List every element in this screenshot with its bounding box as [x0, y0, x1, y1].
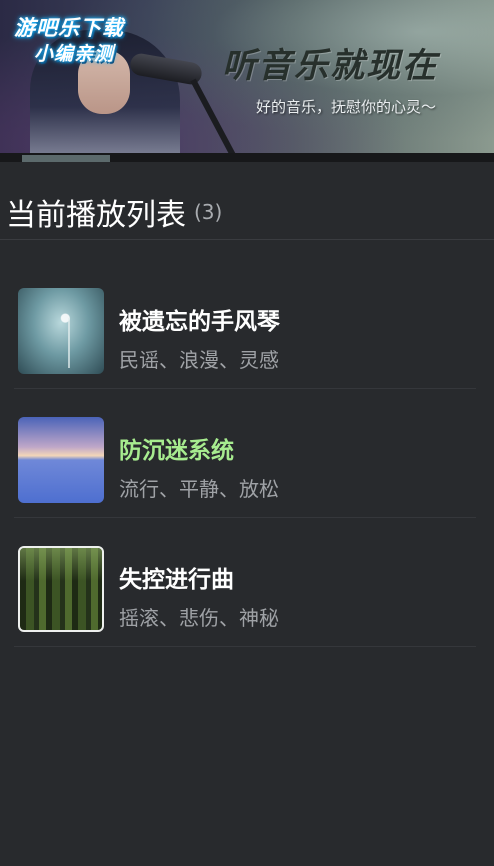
banner-title: 听音乐就现在 [222, 46, 438, 86]
song-tags: 民谣、浪漫、灵感 [119, 348, 279, 372]
song-title: 被遗忘的手风琴 [119, 309, 280, 335]
song-tags: 流行、平静、放松 [119, 477, 279, 501]
header-divider [0, 239, 494, 240]
song-tags: 摇滚、悲伤、神秘 [119, 606, 279, 630]
playlist-sheet: 当前播放列表 (3) 被遗忘的手风琴 民谣、浪漫、灵感 防沉迷系统 流行、平静、放… [0, 162, 494, 866]
song-title: 防沉迷系统 [119, 438, 234, 464]
mic-stand [190, 78, 243, 160]
watermark-logo-line1: 游吧乐下载 [14, 16, 124, 40]
promo-banner[interactable]: 游吧乐下载 小编亲测 听音乐就现在 好的音乐，抚慰你的心灵～ [0, 0, 494, 160]
forest-cover [18, 546, 104, 632]
sunset-lake-cover [18, 417, 104, 503]
playlist-count: (3) [194, 200, 223, 224]
playlist-title: 当前播放列表 [6, 198, 186, 233]
watermark-logo-line2: 小编亲测 [34, 43, 115, 65]
playlist-list: 被遗忘的手风琴 民谣、浪漫、灵感 防沉迷系统 流行、平静、放松 失控进行曲 摇滚… [14, 260, 476, 647]
playlist-item-active[interactable]: 防沉迷系统 流行、平静、放松 [14, 389, 476, 518]
song-title: 失控进行曲 [119, 567, 234, 593]
misty-dandelion-cover [18, 288, 104, 374]
playlist-item[interactable]: 失控进行曲 摇滚、悲伤、神秘 [14, 518, 476, 647]
playlist-item[interactable]: 被遗忘的手风琴 民谣、浪漫、灵感 [14, 260, 476, 389]
playlist-header: 当前播放列表 (3) [6, 190, 223, 233]
banner-subtitle: 好的音乐，抚慰你的心灵～ [256, 98, 437, 116]
